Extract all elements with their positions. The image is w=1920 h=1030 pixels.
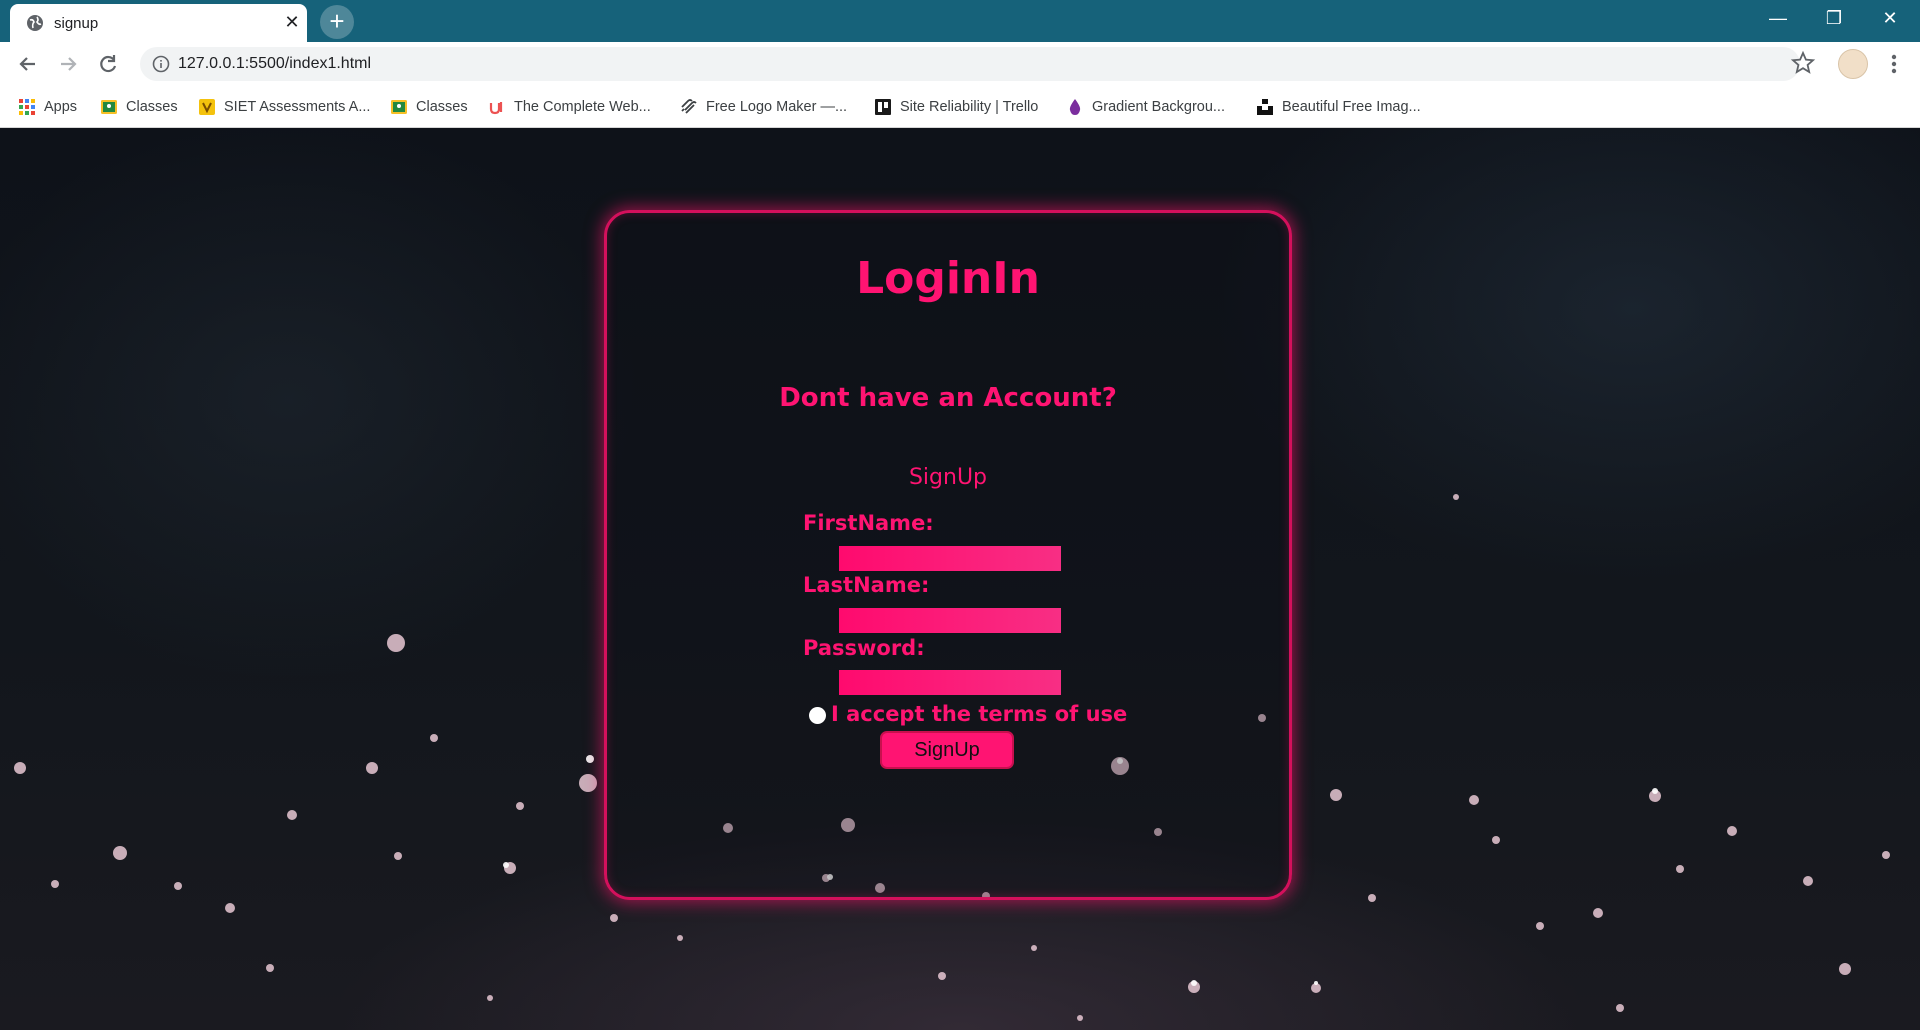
lastname-label: LastName: [803,573,930,597]
info-icon[interactable] [152,55,170,73]
bookmark-star-icon[interactable] [1790,50,1816,76]
browser-toolbar: 127.0.0.1:5500/index1.html [0,42,1920,86]
bookmark-label: Free Logo Maker —... [706,99,848,115]
more-menu-icon[interactable] [1884,49,1904,79]
google-classroom-icon [391,100,407,114]
back-button[interactable] [14,50,42,78]
close-window-button[interactable]: ✕ [1862,0,1918,36]
firstname-label: FirstName: [803,511,934,535]
signup-button[interactable]: SignUp [880,731,1014,769]
bookmark-label: SIET Assessments A... [224,99,371,115]
bookmark-label: Apps [44,99,78,115]
reload-button[interactable] [94,50,122,78]
google-classroom-icon [101,100,117,114]
bookmark-label: Classes [416,99,468,115]
tab-title: signup [54,15,99,32]
signup-heading[interactable]: SignUp [607,465,1289,490]
lastname-input[interactable] [839,608,1061,633]
account-prompt: Dont have an Account? [779,383,1117,413]
bookmark-logo-maker[interactable]: Free Logo Maker —... [680,94,847,120]
trello-icon [875,99,891,115]
bookmark-unsplash[interactable]: Beautiful Free Imag... [1256,94,1421,120]
bookmark-label: Site Reliability | Trello [900,99,1039,115]
signup-card: LoginIn Dont have an Account? SignUp Fir… [604,210,1292,900]
globe-icon [27,15,43,31]
password-input[interactable] [839,670,1061,695]
restore-button[interactable]: ❐ [1806,0,1862,36]
gradient-drop-icon [1069,99,1081,115]
siet-icon [199,99,215,115]
bookmark-label: Classes [126,99,178,115]
bookmark-classes-2[interactable]: Classes [390,94,468,120]
apps-grid-icon [19,99,35,115]
page-background: LoginIn Dont have an Account? SignUp Fir… [0,128,1920,1030]
browser-tab[interactable]: signup ✕ [10,4,307,42]
new-tab-button[interactable]: + [320,5,354,39]
forward-button[interactable] [54,50,82,78]
bookmark-trello[interactable]: Site Reliability | Trello [874,94,1038,120]
tab-bar: signup ✕ + — ❐ ✕ [0,0,1920,42]
address-bar[interactable]: 127.0.0.1:5500/index1.html [140,47,1800,81]
bookmarks-bar: Apps Classes SIET Assessments A... Class… [0,86,1920,128]
url-text[interactable]: 127.0.0.1:5500/index1.html [178,55,371,73]
bookmark-complete-web[interactable]: The Complete Web... [488,94,651,120]
bookmark-gradient[interactable]: Gradient Backgrou... [1066,94,1225,120]
squarespace-icon [681,99,697,114]
password-label: Password: [803,636,925,660]
bookmark-classes-1[interactable]: Classes [100,94,178,120]
bookmark-label: Beautiful Free Imag... [1282,99,1421,115]
bookmark-label: Gradient Backgrou... [1092,99,1225,115]
profile-avatar[interactable] [1838,49,1868,79]
terms-radio[interactable] [809,707,826,724]
minimize-button[interactable]: — [1750,0,1806,36]
udemy-icon [489,102,503,115]
firstname-input[interactable] [839,546,1061,571]
unsplash-icon [1257,99,1273,115]
terms-label: I accept the terms of use [831,702,1128,726]
bookmark-siet[interactable]: SIET Assessments A... [198,94,370,120]
page-title: LoginIn [856,253,1040,304]
bookmark-apps[interactable]: Apps [18,94,77,120]
bookmark-label: The Complete Web... [514,99,651,115]
tab-close-icon[interactable]: ✕ [282,12,302,32]
